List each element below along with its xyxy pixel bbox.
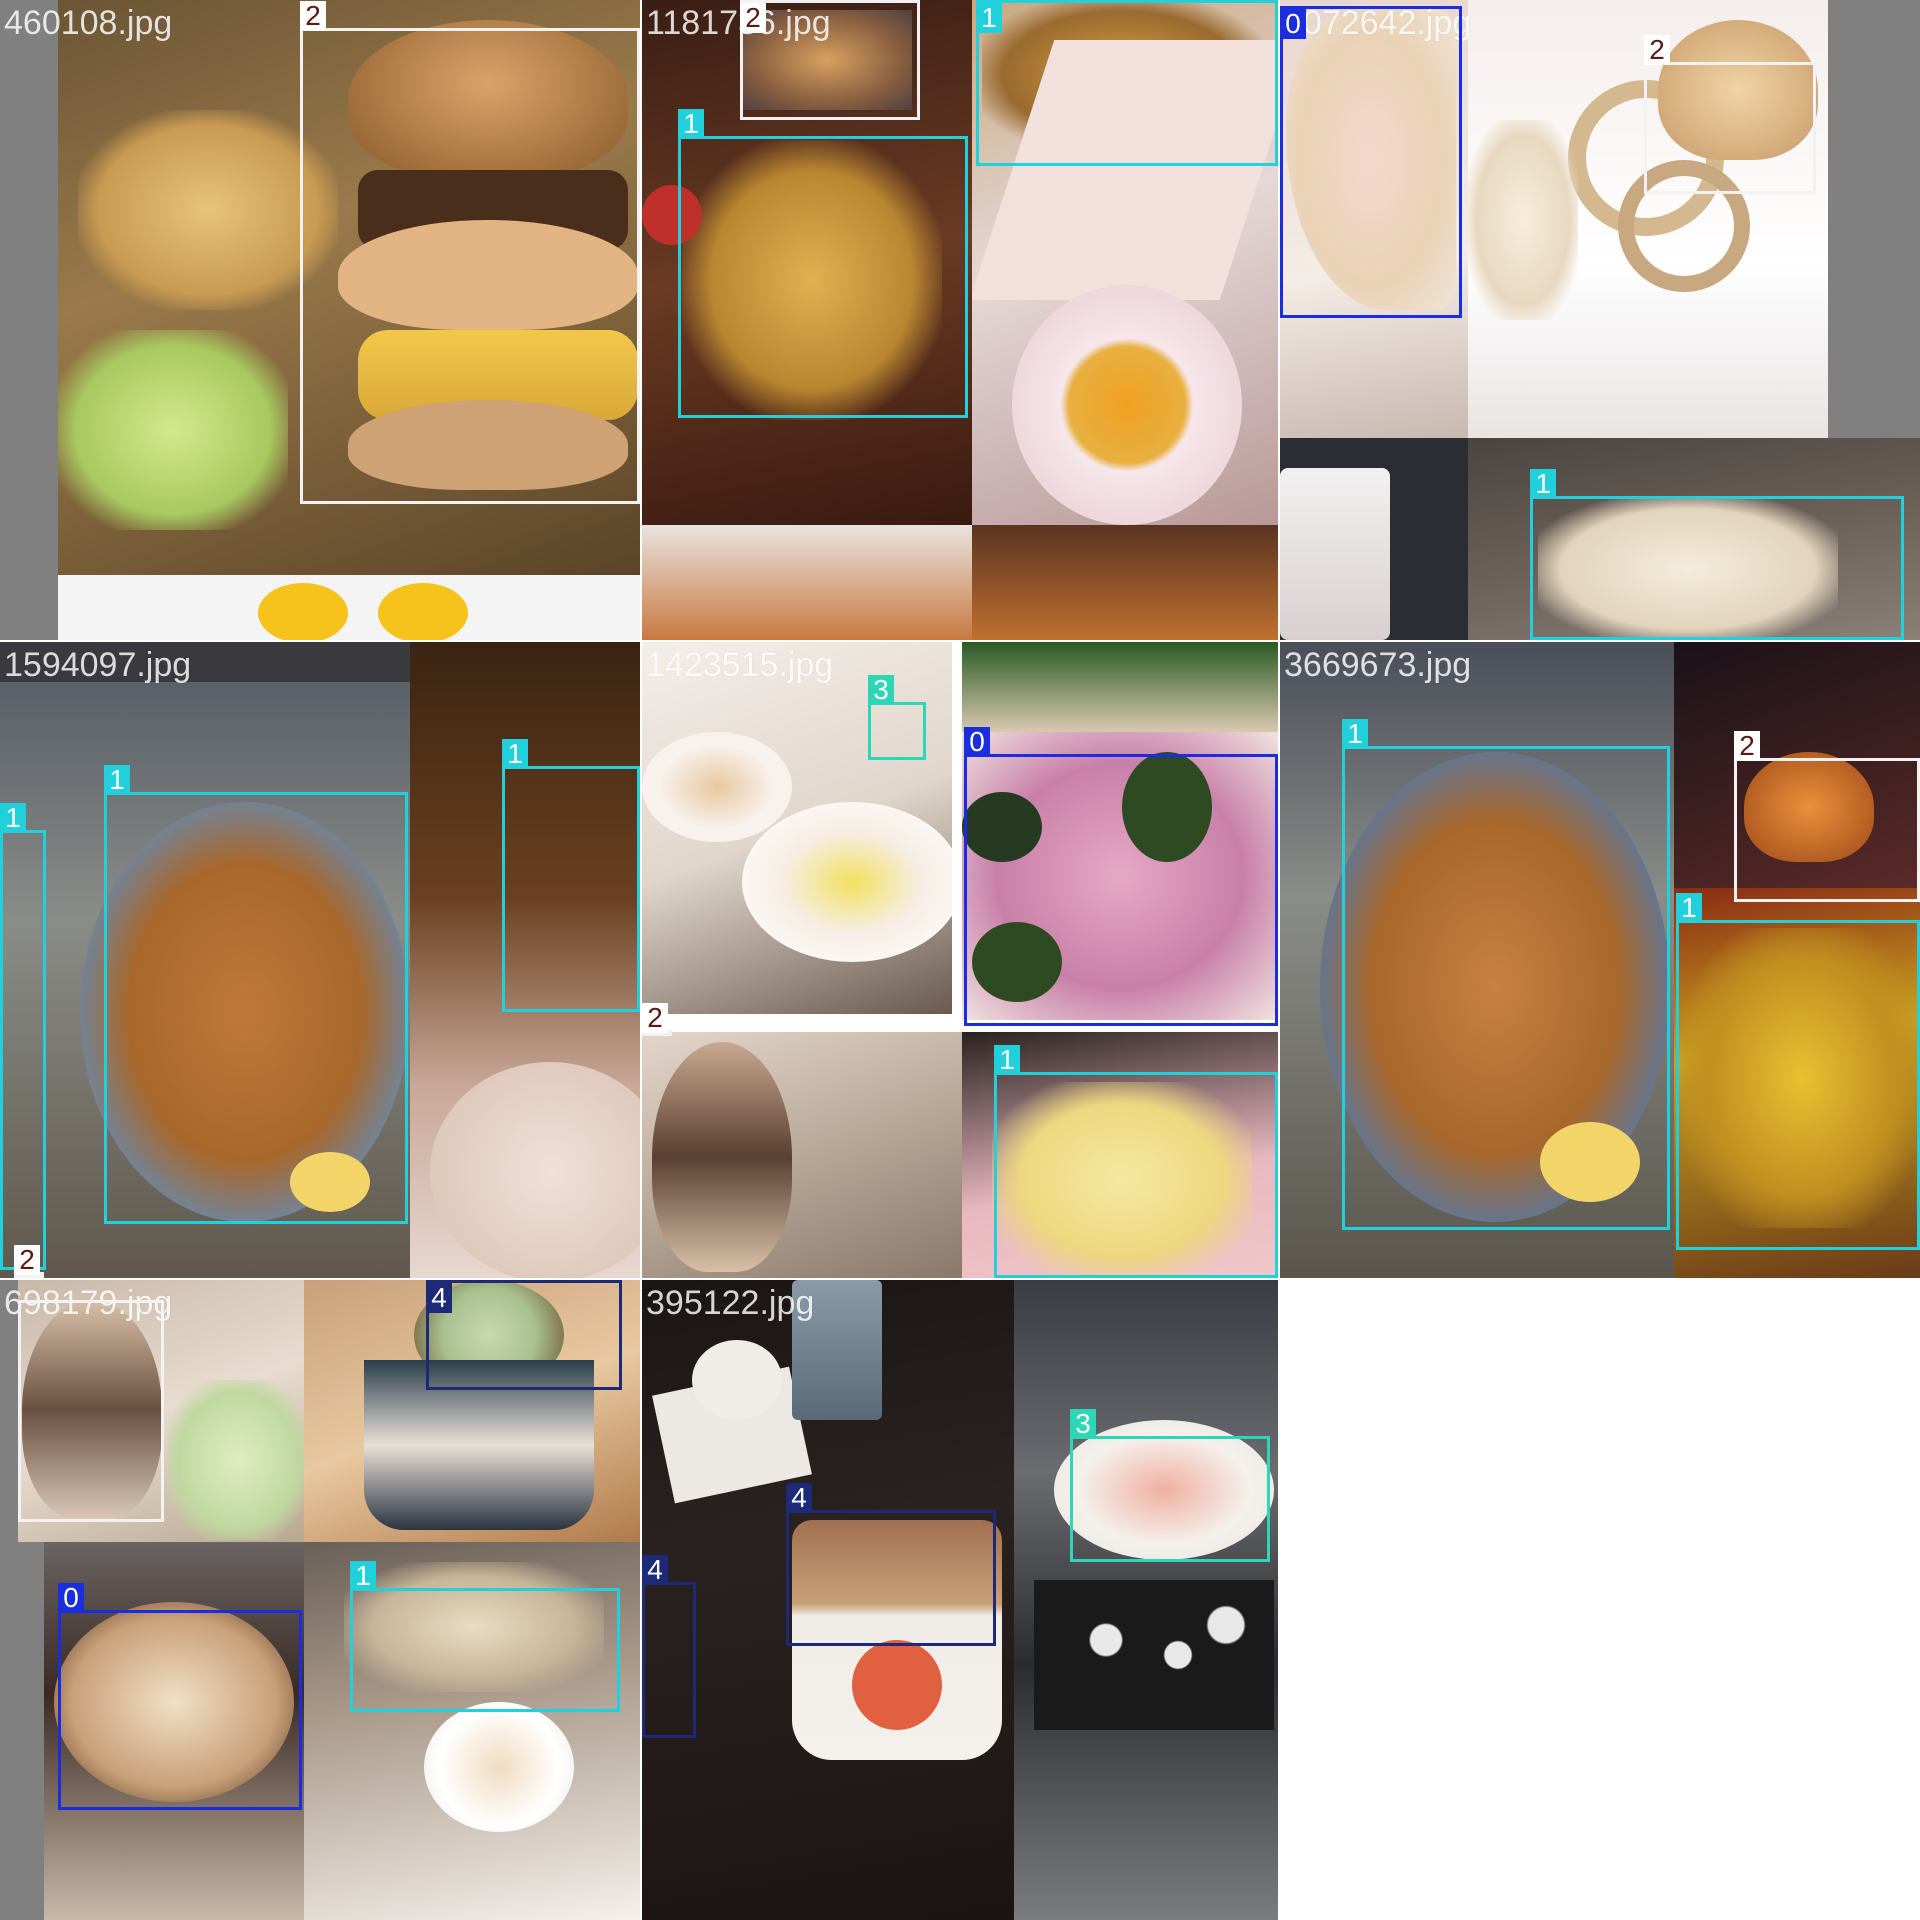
mosaic-tile-1: 460108.jpg 2 xyxy=(0,0,640,640)
bbox-class-label: 1 xyxy=(976,3,1002,33)
bbox-class-label: 0 xyxy=(58,1583,84,1613)
sushi-rolls xyxy=(1034,1580,1274,1730)
photo-table-plates xyxy=(642,642,952,1014)
photo-sushi-plate xyxy=(1014,1280,1278,1920)
lettuce xyxy=(168,1380,304,1540)
mosaic-tile-8: 395122.jpg 4 4 3 xyxy=(642,1280,1278,1920)
mosaic-tile-5: 1423515.jpg 3 0 2 1 xyxy=(642,642,1278,1278)
burger xyxy=(652,1042,792,1272)
juice-glass-1 xyxy=(258,583,348,640)
bbox-burger: 2 xyxy=(300,1,640,504)
bbox-fries: 1 xyxy=(976,0,1278,166)
bbox-class-label: 2 xyxy=(1644,35,1670,65)
bbox-class-label: 4 xyxy=(786,1483,812,1513)
bbox-class-label: 1 xyxy=(350,1561,376,1591)
bbox-class-label: 1 xyxy=(1676,893,1702,923)
plate-2 xyxy=(642,732,792,842)
bbox-ice-cream: 4 xyxy=(426,1280,622,1390)
tile-filename: 395122.jpg xyxy=(646,1284,815,1322)
sauce-bowl xyxy=(1012,285,1242,525)
bbox-class-label: 2 xyxy=(1734,731,1760,761)
lettuce xyxy=(58,330,288,530)
bbox-ice-cream: 4 xyxy=(786,1483,996,1646)
bbox-class-label: 1 xyxy=(994,1045,1020,1075)
tile-filename: 3669673.jpg xyxy=(1284,646,1472,684)
coleslaw xyxy=(1468,120,1578,320)
mosaic-tile-3: 1072642.jpg 0 2 1 xyxy=(1280,0,1920,640)
bbox-fries: 1 xyxy=(502,739,640,1012)
bbox-class-label: 2 xyxy=(642,1003,668,1033)
bbox-class-label: 1 xyxy=(678,109,704,139)
bbox-burger-edge: 2 xyxy=(14,1245,44,1278)
bbox-fries: 1 xyxy=(0,803,46,1270)
mosaic-tile-2: 1181736.jpg 2 1 1 xyxy=(642,0,1278,640)
plate-1 xyxy=(742,802,952,962)
tile-filename: 1423515.jpg xyxy=(646,646,834,684)
bbox-fries: 1 xyxy=(104,765,408,1224)
tile-filename: 460108.jpg xyxy=(4,4,173,42)
bbox-sushi: 3 xyxy=(1070,1409,1270,1562)
drink-cup xyxy=(692,1340,782,1420)
mosaic-tile-6: 3669673.jpg 1 2 1 xyxy=(1280,642,1920,1278)
bbox-class-label: 2 xyxy=(14,1245,40,1275)
bbox-pizza: 0 xyxy=(964,727,1278,1026)
photo-pizza-crop xyxy=(642,525,972,640)
bbox-class-label: 4 xyxy=(642,1555,668,1585)
bbox-burger-edge: 2 xyxy=(642,1003,672,1036)
bbox-class-label: 1 xyxy=(502,739,528,769)
tile-filename: 1594097.jpg xyxy=(4,646,192,684)
bbox-burger: 2 xyxy=(740,0,920,120)
bbox-ice-cream: 4 xyxy=(642,1555,696,1738)
bbox-burger xyxy=(18,1300,164,1522)
photo-juice-strip xyxy=(58,575,640,640)
gelato-logo xyxy=(852,1640,942,1730)
bbox-pizza: 0 xyxy=(58,1583,302,1810)
bbox-class-label: 0 xyxy=(1280,9,1306,39)
dip-bowl xyxy=(424,1702,574,1832)
bbox-fries: 1 xyxy=(994,1045,1278,1278)
bbox-fries: 1 xyxy=(1530,469,1904,640)
bbox-class-label: 1 xyxy=(1342,719,1368,749)
bbox-class-label: 4 xyxy=(426,1283,452,1313)
bbox-fries: 1 xyxy=(1342,719,1670,1230)
bbox-fries: 1 xyxy=(350,1561,620,1712)
photo-pizza-arugula xyxy=(962,642,1278,732)
cup xyxy=(1280,468,1390,640)
bbox-class-label: 0 xyxy=(964,727,990,757)
bowl xyxy=(430,1062,640,1278)
bbox-sushi: 3 xyxy=(868,675,926,760)
bbox-burger: 2 xyxy=(1734,731,1920,902)
bbox-pizza: 0 xyxy=(1280,6,1462,318)
chips-plate xyxy=(78,110,338,310)
photo-burger-faded xyxy=(642,1032,962,1278)
mosaic-tile-4: 1594097.jpg 1 1 1 2 xyxy=(0,642,640,1278)
bbox-class-label: 2 xyxy=(300,1,326,31)
juice-glass-2 xyxy=(378,583,468,640)
mosaic-tile-7: 698179.jpg 4 0 1 xyxy=(0,1280,640,1920)
photo-wood-crop xyxy=(972,525,1278,640)
bbox-class-label: 1 xyxy=(104,765,130,795)
bbox-fries: 1 xyxy=(678,109,968,418)
bbox-class-label: 3 xyxy=(868,675,894,705)
bbox-class-label: 3 xyxy=(1070,1409,1096,1439)
bbox-class-label: 2 xyxy=(740,3,766,33)
bbox-class-label: 1 xyxy=(1530,469,1556,499)
photo-drink-cup xyxy=(1280,438,1468,640)
bbox-class-label: 1 xyxy=(0,803,26,833)
bbox-fries: 1 xyxy=(1676,893,1920,1250)
bbox-burger: 2 xyxy=(1644,35,1816,194)
